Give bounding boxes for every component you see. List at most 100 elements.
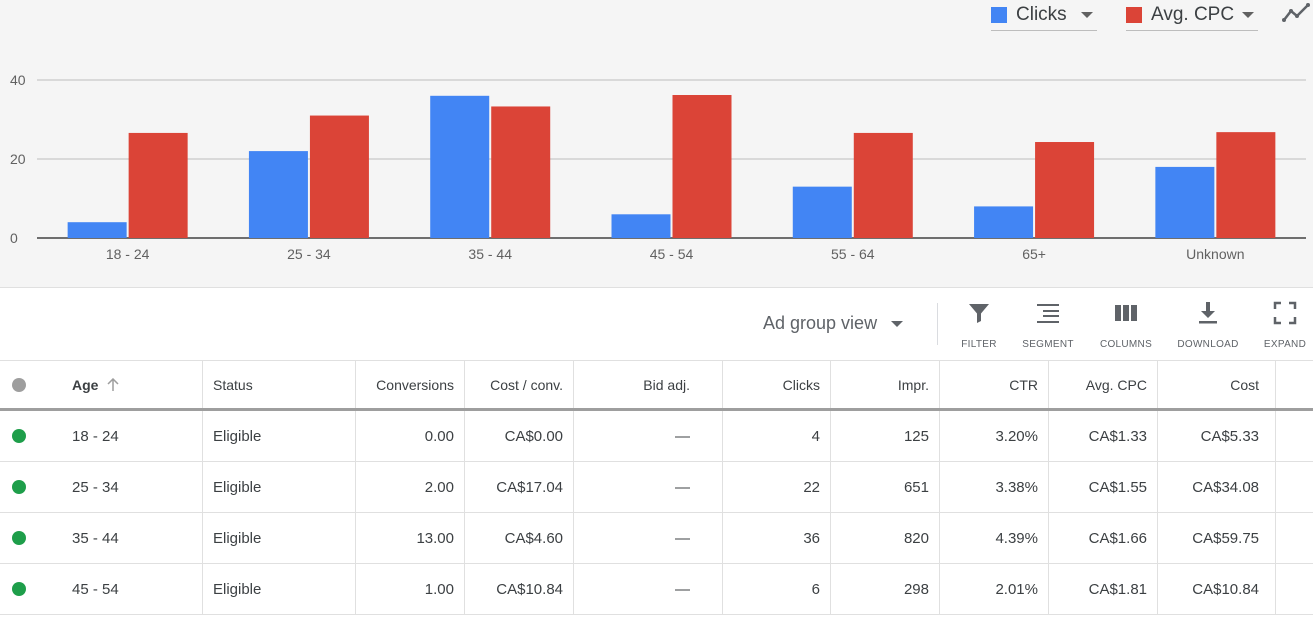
column-header-cost[interactable]: Cost [1158, 361, 1276, 408]
status-dot-icon [12, 377, 26, 392]
column-header-spacer [1276, 361, 1313, 408]
column-header-age[interactable]: Age [38, 361, 203, 408]
bar-avg-cpc [1035, 142, 1095, 238]
impr-cell: 298 [831, 564, 940, 614]
status-dot-cell [0, 411, 38, 461]
column-header-impr[interactable]: Impr. [831, 361, 940, 408]
metric-select-clicks[interactable]: Clicks [991, 0, 1097, 31]
age-header-label: Age [72, 376, 99, 393]
bar-avg-cpc [853, 132, 913, 238]
impr-cell: 820 [831, 513, 940, 563]
column-header-avg-cpc[interactable]: Avg. CPC [1049, 361, 1158, 408]
bid-adj-cell[interactable]: — [574, 513, 723, 563]
avg-cpc-cell: CA$1.81 [1049, 564, 1158, 614]
table-toolbar: Ad group view FILTER SEGMENT COLUMNS DOW… [0, 289, 1313, 360]
view-select-label: Ad group view [763, 313, 878, 333]
column-header-bid-adj[interactable]: Bid adj. [574, 361, 723, 408]
column-header-cost-conv[interactable]: Cost / conv. [465, 361, 574, 408]
metric-cpc-label: Avg. CPC [1151, 4, 1235, 25]
metric-clicks-label: Clicks [1016, 4, 1067, 25]
download-icon [1199, 302, 1217, 324]
clicks-cell: 4 [723, 411, 831, 461]
segment-icon [1037, 304, 1059, 323]
chevron-down-icon [891, 320, 904, 327]
spacer-cell [1276, 564, 1313, 614]
status-dot-cell [0, 513, 38, 563]
table-row[interactable]: 18 - 24 Eligible 0.00 CA$0.00 — 4 125 3.… [0, 411, 1313, 462]
spacer-cell [1276, 513, 1313, 563]
column-header-ctr[interactable]: CTR [940, 361, 1049, 408]
avg-cpc-cell: CA$1.66 [1049, 513, 1158, 563]
bar-clicks [792, 186, 852, 238]
columns-label: COLUMNS [1099, 339, 1153, 350]
filter-label: FILTER [961, 339, 997, 350]
status-dot-cell [0, 462, 38, 512]
cost-cell: CA$34.08 [1158, 462, 1276, 512]
filter-icon [969, 304, 989, 323]
x-tick-label: Unknown [1186, 246, 1244, 262]
columns-button[interactable]: COLUMNS [1091, 301, 1161, 351]
x-tick-label: 35 - 44 [468, 246, 512, 262]
cost-cell: CA$10.84 [1158, 564, 1276, 614]
x-tick-label: 25 - 34 [287, 246, 331, 262]
chevron-down-icon [1242, 12, 1254, 18]
impr-cell: 125 [831, 411, 940, 461]
ad-group-view-select[interactable]: Ad group view [763, 313, 904, 334]
metric-select-avg-cpc[interactable]: Avg. CPC [1126, 0, 1258, 31]
expand-button[interactable]: EXPAND [1250, 301, 1313, 351]
table-header-row: Age Status Conversions Cost / conv. Bid … [0, 360, 1313, 411]
ctr-cell: 3.20% [940, 411, 1049, 461]
age-report-table: Age Status Conversions Cost / conv. Bid … [0, 360, 1313, 615]
expand-label: EXPAND [1263, 339, 1307, 350]
avg-cpc-cell: CA$1.33 [1049, 411, 1158, 461]
columns-icon [1115, 305, 1137, 321]
column-header-status[interactable]: Status [203, 361, 356, 408]
bar-avg-cpc [309, 115, 369, 238]
conversions-cell: 0.00 [356, 411, 465, 461]
status-dot-header[interactable] [0, 361, 38, 408]
x-tick-label: 55 - 64 [831, 246, 875, 262]
conversions-cell: 2.00 [356, 462, 465, 512]
table-row[interactable]: 45 - 54 Eligible 1.00 CA$10.84 — 6 298 2… [0, 564, 1313, 615]
y-tick-label: 20 [10, 151, 26, 167]
bar-clicks [248, 151, 308, 238]
bar-clicks [430, 95, 490, 238]
cost-conv-cell: CA$17.04 [465, 462, 574, 512]
bar-clicks [611, 214, 671, 238]
cost-cell: CA$5.33 [1158, 411, 1276, 461]
clicks-color-swatch [991, 7, 1007, 23]
column-header-clicks[interactable]: Clicks [723, 361, 831, 408]
eligible-status-icon [12, 480, 26, 494]
expand-icon [1273, 301, 1297, 325]
age-cell: 35 - 44 [38, 513, 203, 563]
filter-button[interactable]: FILTER [944, 301, 1014, 351]
table-row[interactable]: 35 - 44 Eligible 13.00 CA$4.60 — 36 820 … [0, 513, 1313, 564]
ctr-cell: 4.39% [940, 513, 1049, 563]
bid-adj-cell[interactable]: — [574, 411, 723, 461]
bid-adj-cell[interactable]: — [574, 462, 723, 512]
status-dot-cell [0, 564, 38, 614]
segment-button[interactable]: SEGMENT [1013, 301, 1083, 351]
download-label: DOWNLOAD [1177, 339, 1239, 350]
table-row[interactable]: 25 - 34 Eligible 2.00 CA$17.04 — 22 651 … [0, 462, 1313, 513]
bar-clicks [67, 222, 127, 238]
bar-clicks [974, 206, 1034, 238]
trend-line-button[interactable] [1282, 2, 1310, 26]
eligible-status-icon [12, 531, 26, 545]
y-tick-label: 40 [10, 72, 26, 88]
avg-cpc-color-swatch [1126, 7, 1142, 23]
clicks-cell: 6 [723, 564, 831, 614]
status-cell: Eligible [203, 462, 356, 512]
clicks-cell: 36 [723, 513, 831, 563]
bar-avg-cpc [1216, 132, 1276, 238]
bid-adj-cell[interactable]: — [574, 564, 723, 614]
conversions-cell: 1.00 [356, 564, 465, 614]
download-button[interactable]: DOWNLOAD [1173, 301, 1243, 351]
clicks-cell: 22 [723, 462, 831, 512]
bar-chart: 0 20 40 18 - 24 25 - 34 35 - 44 45 - 54 55 - 64… [10, 72, 1306, 262]
status-cell: Eligible [203, 564, 356, 614]
age-cell: 18 - 24 [38, 411, 203, 461]
trend-line-icon [1282, 3, 1310, 22]
column-header-conversions[interactable]: Conversions [356, 361, 465, 408]
ctr-cell: 3.38% [940, 462, 1049, 512]
